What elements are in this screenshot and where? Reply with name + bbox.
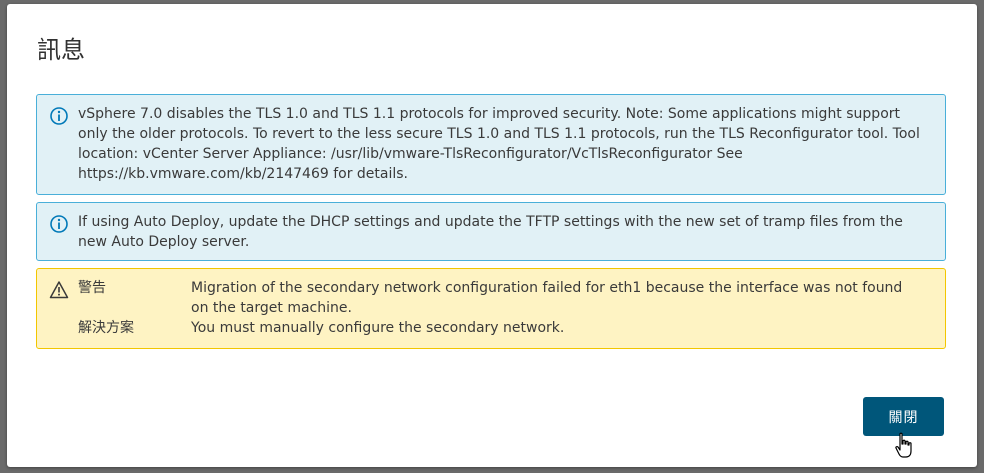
- warning-label: 警告: [78, 280, 106, 296]
- warning-text: Migration of the secondary network confi…: [191, 280, 903, 316]
- info-circle-icon: [50, 107, 68, 125]
- resolution-row: 解決方案 You must manually configure the sec…: [78, 318, 921, 338]
- message-dialog: 訊息 vSphere 7.0 disables the TLS 1.0 and …: [7, 4, 977, 467]
- warning-alert: 警告 Migration of the secondary network co…: [36, 268, 946, 349]
- info-alert-text: vSphere 7.0 disables the TLS 1.0 and TLS…: [78, 106, 920, 182]
- warning-row: 警告 Migration of the secondary network co…: [78, 278, 921, 318]
- info-alert-tls: vSphere 7.0 disables the TLS 1.0 and TLS…: [36, 94, 946, 195]
- info-alert-auto-deploy: If using Auto Deploy, update the DHCP se…: [36, 202, 946, 261]
- warning-triangle-icon: [49, 281, 69, 299]
- hand-pointer-icon: [895, 432, 912, 458]
- dialog-title: 訊息: [37, 36, 85, 64]
- close-button[interactable]: 關閉: [863, 397, 944, 436]
- resolution-label: 解決方案: [78, 320, 134, 336]
- info-alert-text: If using Auto Deploy, update the DHCP se…: [78, 214, 903, 250]
- resolution-text: You must manually configure the secondar…: [191, 320, 565, 336]
- info-circle-icon: [50, 215, 68, 233]
